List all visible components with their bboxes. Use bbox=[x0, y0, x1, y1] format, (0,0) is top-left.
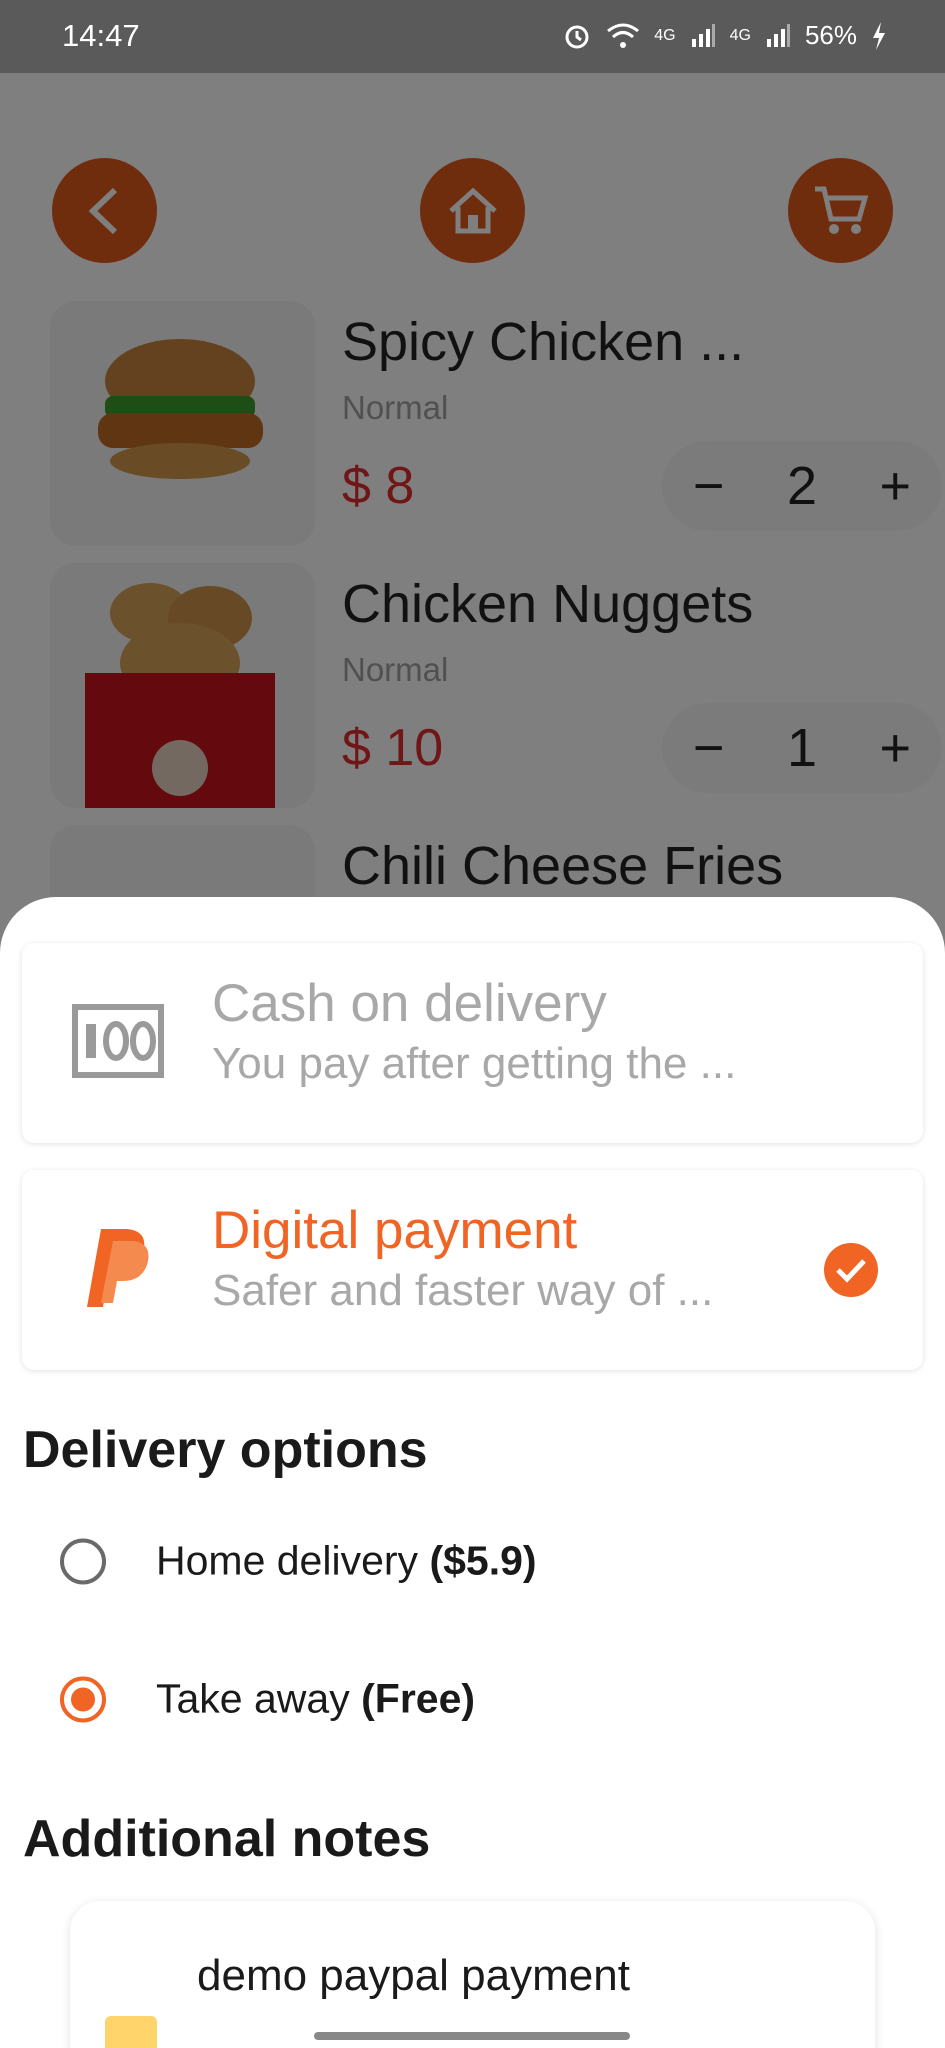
charging-icon bbox=[873, 21, 885, 50]
notes-input[interactable]: demo paypal payment bbox=[70, 1901, 875, 2048]
delivery-options-title: Delivery options bbox=[23, 1421, 428, 1479]
signal-icon bbox=[691, 23, 715, 47]
paypal-icon bbox=[72, 1222, 164, 1314]
delivery-option-home[interactable]: Home delivery ($5.9) bbox=[60, 1538, 537, 1585]
alarm-icon bbox=[565, 25, 589, 48]
payment-title: Cash on delivery bbox=[212, 974, 607, 1033]
wifi-icon bbox=[607, 23, 640, 48]
payment-subtitle: Safer and faster way of ... bbox=[212, 1266, 714, 1315]
additional-notes-title: Additional notes bbox=[23, 1810, 431, 1868]
checkout-bottom-sheet: Cash on delivery You pay after getting t… bbox=[0, 897, 945, 2048]
status-time: 14:47 bbox=[62, 18, 140, 53]
note-icon bbox=[105, 2016, 157, 2048]
delivery-option-price: ($5.9) bbox=[429, 1537, 537, 1584]
network-2-label: 4G bbox=[729, 26, 751, 44]
delivery-option-label: Take away (Free) bbox=[156, 1676, 475, 1723]
payment-option-cash[interactable]: Cash on delivery You pay after getting t… bbox=[22, 943, 923, 1143]
status-icons: 4G 4G 56% bbox=[562, 20, 887, 51]
signal-icon bbox=[766, 23, 790, 47]
radio-button-unselected[interactable] bbox=[60, 1538, 106, 1584]
cash-icon bbox=[72, 995, 164, 1087]
home-indicator[interactable] bbox=[314, 2032, 630, 2040]
delivery-option-name: Home delivery bbox=[156, 1537, 419, 1584]
delivery-option-label: Home delivery ($5.9) bbox=[156, 1538, 537, 1585]
battery-percent: 56% bbox=[804, 20, 857, 50]
status-bar: 14:47 4G 4G 56% bbox=[0, 0, 945, 73]
payment-subtitle: You pay after getting the ... bbox=[212, 1039, 737, 1088]
notes-text: demo paypal payment bbox=[197, 1951, 630, 2000]
payment-option-digital[interactable]: Digital payment Safer and faster way of … bbox=[22, 1170, 923, 1370]
radio-button-selected[interactable] bbox=[60, 1676, 106, 1722]
payment-title: Digital payment bbox=[212, 1201, 578, 1260]
network-1-label: 4G bbox=[654, 26, 676, 44]
delivery-option-name: Take away bbox=[156, 1675, 350, 1722]
delivery-option-takeaway[interactable]: Take away (Free) bbox=[60, 1676, 475, 1723]
check-icon bbox=[824, 1243, 878, 1297]
delivery-option-price: (Free) bbox=[361, 1675, 476, 1722]
